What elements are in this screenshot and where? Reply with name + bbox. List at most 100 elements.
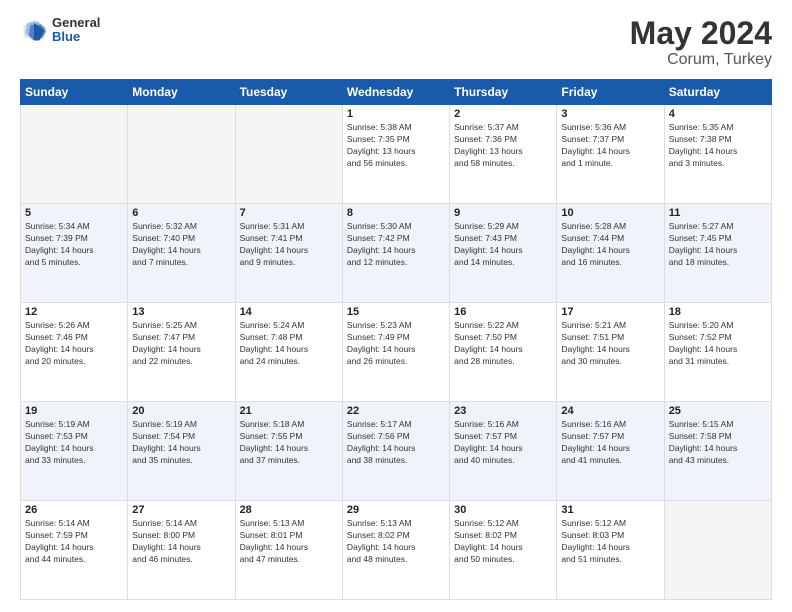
logo-blue-text: Blue [52, 30, 100, 44]
day-number: 7 [240, 207, 338, 219]
calendar-cell: 6 Sunrise: 5:32 AM Sunset: 7:40 PM Daylig… [128, 204, 235, 303]
calendar-table: SundayMondayTuesdayWednesdayThursdayFrid… [20, 79, 772, 600]
day-info: Sunrise: 5:24 AM Sunset: 7:48 PM Dayligh… [240, 320, 338, 368]
weekday-header-tuesday: Tuesday [235, 80, 342, 105]
day-number: 18 [669, 306, 767, 318]
logo-general-text: General [52, 16, 100, 30]
day-info: Sunrise: 5:13 AM Sunset: 8:02 PM Dayligh… [347, 518, 445, 566]
day-number: 25 [669, 405, 767, 417]
calendar-cell: 28 Sunrise: 5:13 AM Sunset: 8:01 PM Dayli… [235, 501, 342, 600]
day-number: 20 [132, 405, 230, 417]
calendar-cell [664, 501, 771, 600]
calendar-cell: 21Sunrise: 5:18 AM Sunset: 7:55 PM Dayli… [235, 402, 342, 501]
day-number: 30 [454, 504, 552, 516]
week-row-1: 1Sunrise: 5:38 AM Sunset: 7:35 PM Daylig… [21, 105, 772, 204]
calendar-cell: 18 Sunrise: 5:20 AM Sunset: 7:52 PM Dayli… [664, 303, 771, 402]
calendar-cell: 29 Sunrise: 5:13 AM Sunset: 8:02 PM Dayli… [342, 501, 449, 600]
day-number: 31 [561, 504, 659, 516]
day-number: 28 [240, 504, 338, 516]
calendar-cell: 14 Sunrise: 5:24 AM Sunset: 7:48 PM Dayli… [235, 303, 342, 402]
calendar-cell: 27 Sunrise: 5:14 AM Sunset: 8:00 PM Dayli… [128, 501, 235, 600]
calendar-cell: 16 Sunrise: 5:22 AM Sunset: 7:50 PM Dayli… [450, 303, 557, 402]
day-number: 13 [132, 306, 230, 318]
day-info: Sunrise: 5:23 AM Sunset: 7:49 PM Dayligh… [347, 320, 445, 368]
weekday-header-saturday: Saturday [664, 80, 771, 105]
calendar-cell: 24 Sunrise: 5:16 AM Sunset: 7:57 PM Dayli… [557, 402, 664, 501]
calendar-cell [235, 105, 342, 204]
logo: General Blue [20, 16, 100, 45]
day-info: Sunrise: 5:12 AM Sunset: 8:03 PM Dayligh… [561, 518, 659, 566]
day-info: Sunrise: 5:38 AM Sunset: 7:35 PM Dayligh… [347, 122, 445, 170]
day-info: Sunrise: 5:27 AM Sunset: 7:45 PM Dayligh… [669, 221, 767, 269]
day-info: Sunrise: 5:14 AM Sunset: 7:59 PM Dayligh… [25, 518, 123, 566]
logo-icon [20, 16, 48, 44]
day-info: Sunrise: 5:35 AM Sunset: 7:38 PM Dayligh… [669, 122, 767, 170]
calendar-cell: 4 Sunrise: 5:35 AM Sunset: 7:38 PM Daylig… [664, 105, 771, 204]
day-number: 4 [669, 108, 767, 120]
calendar-cell: 26 Sunrise: 5:14 AM Sunset: 7:59 PM Dayli… [21, 501, 128, 600]
day-number: 15 [347, 306, 445, 318]
calendar-cell: 5 Sunrise: 5:34 AM Sunset: 7:39 PM Daylig… [21, 204, 128, 303]
day-info: Sunrise: 5:28 AM Sunset: 7:44 PM Dayligh… [561, 221, 659, 269]
day-info: Sunrise: 5:13 AM Sunset: 8:01 PM Dayligh… [240, 518, 338, 566]
day-info: Sunrise: 5:19 AM Sunset: 7:53 PM Dayligh… [25, 419, 123, 467]
calendar-cell: 25 Sunrise: 5:15 AM Sunset: 7:58 PM Dayli… [664, 402, 771, 501]
day-number: 16 [454, 306, 552, 318]
day-info: Sunrise: 5:19 AM Sunset: 7:54 PM Dayligh… [132, 419, 230, 467]
week-row-4: 19 Sunrise: 5:19 AM Sunset: 7:53 PM Dayli… [21, 402, 772, 501]
day-number: 24 [561, 405, 659, 417]
day-info: Sunrise: 5:25 AM Sunset: 7:47 PM Dayligh… [132, 320, 230, 368]
calendar-cell: 10Sunrise: 5:28 AM Sunset: 7:44 PM Dayli… [557, 204, 664, 303]
calendar-cell: 17Sunrise: 5:21 AM Sunset: 7:51 PM Dayli… [557, 303, 664, 402]
calendar-cell: 12Sunrise: 5:26 AM Sunset: 7:46 PM Dayli… [21, 303, 128, 402]
day-info: Sunrise: 5:17 AM Sunset: 7:56 PM Dayligh… [347, 419, 445, 467]
weekday-header-monday: Monday [128, 80, 235, 105]
day-number: 11 [669, 207, 767, 219]
day-number: 5 [25, 207, 123, 219]
calendar-cell: 3Sunrise: 5:36 AM Sunset: 7:37 PM Daylig… [557, 105, 664, 204]
day-info: Sunrise: 5:36 AM Sunset: 7:37 PM Dayligh… [561, 122, 659, 170]
day-number: 26 [25, 504, 123, 516]
calendar-cell: 1Sunrise: 5:38 AM Sunset: 7:35 PM Daylig… [342, 105, 449, 204]
calendar-cell: 15 Sunrise: 5:23 AM Sunset: 7:49 PM Dayli… [342, 303, 449, 402]
calendar-cell: 9 Sunrise: 5:29 AM Sunset: 7:43 PM Daylig… [450, 204, 557, 303]
calendar-cell: 23Sunrise: 5:16 AM Sunset: 7:57 PM Dayli… [450, 402, 557, 501]
day-info: Sunrise: 5:26 AM Sunset: 7:46 PM Dayligh… [25, 320, 123, 368]
day-number: 19 [25, 405, 123, 417]
day-info: Sunrise: 5:29 AM Sunset: 7:43 PM Dayligh… [454, 221, 552, 269]
page: General Blue May 2024 Corum, Turkey Sund… [0, 0, 792, 612]
weekday-header-friday: Friday [557, 80, 664, 105]
week-row-2: 5 Sunrise: 5:34 AM Sunset: 7:39 PM Daylig… [21, 204, 772, 303]
day-info: Sunrise: 5:15 AM Sunset: 7:58 PM Dayligh… [669, 419, 767, 467]
calendar-cell: 11 Sunrise: 5:27 AM Sunset: 7:45 PM Dayli… [664, 204, 771, 303]
day-number: 17 [561, 306, 659, 318]
day-number: 9 [454, 207, 552, 219]
day-info: Sunrise: 5:34 AM Sunset: 7:39 PM Dayligh… [25, 221, 123, 269]
week-row-3: 12Sunrise: 5:26 AM Sunset: 7:46 PM Dayli… [21, 303, 772, 402]
calendar-cell [21, 105, 128, 204]
calendar-cell: 20 Sunrise: 5:19 AM Sunset: 7:54 PM Dayli… [128, 402, 235, 501]
day-info: Sunrise: 5:16 AM Sunset: 7:57 PM Dayligh… [561, 419, 659, 467]
day-number: 6 [132, 207, 230, 219]
day-info: Sunrise: 5:14 AM Sunset: 8:00 PM Dayligh… [132, 518, 230, 566]
day-number: 29 [347, 504, 445, 516]
calendar-cell: 22 Sunrise: 5:17 AM Sunset: 7:56 PM Dayli… [342, 402, 449, 501]
week-row-5: 26 Sunrise: 5:14 AM Sunset: 7:59 PM Dayli… [21, 501, 772, 600]
calendar-subtitle: Corum, Turkey [630, 51, 772, 69]
weekday-header-wednesday: Wednesday [342, 80, 449, 105]
day-info: Sunrise: 5:16 AM Sunset: 7:57 PM Dayligh… [454, 419, 552, 467]
day-number: 14 [240, 306, 338, 318]
day-info: Sunrise: 5:20 AM Sunset: 7:52 PM Dayligh… [669, 320, 767, 368]
day-info: Sunrise: 5:31 AM Sunset: 7:41 PM Dayligh… [240, 221, 338, 269]
calendar-cell: 19 Sunrise: 5:19 AM Sunset: 7:53 PM Dayli… [21, 402, 128, 501]
calendar-cell: 13 Sunrise: 5:25 AM Sunset: 7:47 PM Dayli… [128, 303, 235, 402]
day-info: Sunrise: 5:32 AM Sunset: 7:40 PM Dayligh… [132, 221, 230, 269]
day-info: Sunrise: 5:18 AM Sunset: 7:55 PM Dayligh… [240, 419, 338, 467]
day-number: 27 [132, 504, 230, 516]
day-info: Sunrise: 5:22 AM Sunset: 7:50 PM Dayligh… [454, 320, 552, 368]
logo-text: General Blue [52, 16, 100, 45]
day-number: 22 [347, 405, 445, 417]
weekday-header-row: SundayMondayTuesdayWednesdayThursdayFrid… [21, 80, 772, 105]
header: General Blue May 2024 Corum, Turkey [20, 16, 772, 69]
weekday-header-sunday: Sunday [21, 80, 128, 105]
